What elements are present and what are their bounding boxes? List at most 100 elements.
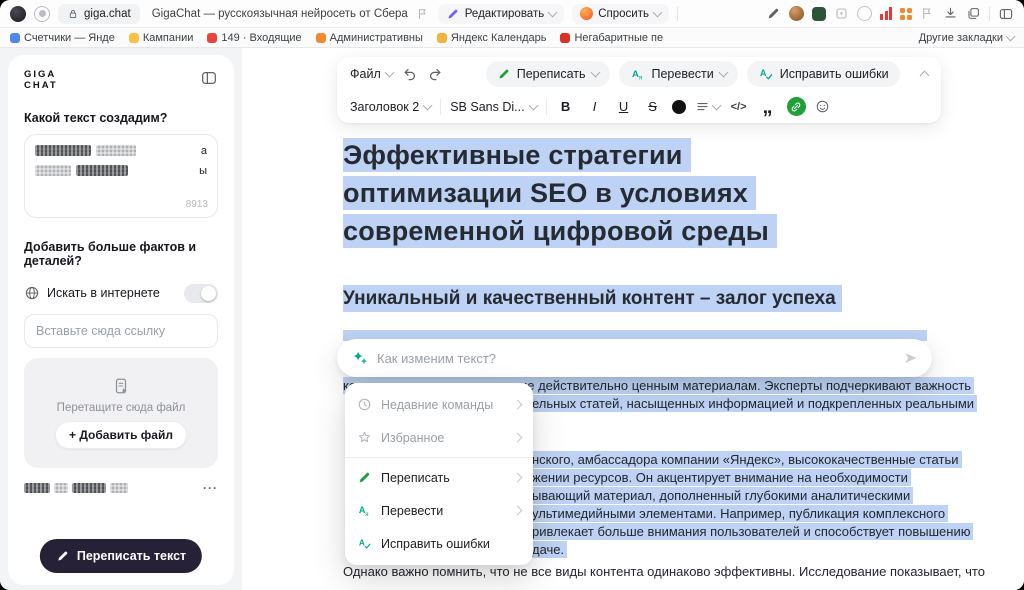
file-dropzone[interactable]: Перетащите сюда файл + Добавить файл — [24, 358, 218, 468]
downloads-icon[interactable] — [943, 6, 958, 21]
send-icon[interactable] — [903, 350, 919, 366]
doc-paragraph-line[interactable]: ельных статей, насыщенных информацией и … — [532, 395, 977, 412]
star-icon — [357, 430, 372, 445]
metrika-chart-icon[interactable] — [880, 7, 892, 20]
divider — [440, 99, 441, 115]
bookmark-item[interactable]: Кампании — [129, 32, 194, 44]
ai-command-input[interactable]: Как изменим текст? — [337, 339, 932, 377]
ask-ai-label: Спросить — [598, 8, 649, 20]
text-color-button[interactable] — [672, 100, 686, 114]
chevron-up-icon — [920, 71, 930, 81]
edit-ai-button[interactable]: Редактировать — [438, 4, 564, 24]
ask-ai-button[interactable]: Спросить — [572, 4, 669, 24]
menu-item-fix-errors[interactable]: Исправить ошибки — [345, 527, 533, 560]
adblock-icon[interactable] — [857, 6, 872, 21]
redacted-text — [76, 165, 128, 176]
doc-paragraph-line[interactable]: нского, амбассадора компании «Яндекс», в… — [532, 451, 962, 468]
redacted-text — [54, 483, 68, 493]
side-panel-icon[interactable] — [998, 6, 1014, 22]
doc-heading-1[interactable]: Эффективные стратегии оптимизации SEO в … — [343, 136, 777, 250]
doc-heading-2[interactable]: Уникальный и качественный контент – зало… — [343, 288, 842, 310]
fix-errors-icon — [758, 66, 774, 82]
heading-select[interactable]: Заголовок 2 — [350, 100, 431, 114]
edit-pencil-icon — [446, 7, 460, 21]
rewrite-button[interactable]: Переписать — [486, 61, 610, 87]
menu-item-rewrite[interactable]: Переписать — [345, 461, 533, 494]
rewrite-text-label: Переписать текст — [77, 549, 186, 563]
pencil-icon — [497, 67, 511, 81]
fix-errors-button[interactable]: Исправить ошибки — [747, 61, 900, 87]
browser-menu-icon[interactable] — [10, 6, 26, 22]
quote-button[interactable]: „ — [758, 102, 778, 112]
web-search-toggle[interactable] — [184, 284, 218, 303]
apps-grid-icon[interactable] — [900, 8, 912, 20]
gigachat-sparkle-icon — [350, 349, 368, 367]
pencil-icon — [357, 470, 372, 485]
emoji-smile-icon — [815, 99, 830, 114]
bookmark-item[interactable]: Яндекс Календарь — [437, 32, 547, 44]
file-menu[interactable]: Файл — [350, 67, 393, 81]
undo-button[interactable] — [402, 66, 418, 82]
chevron-down-icon — [384, 67, 394, 77]
menu-item-translate[interactable]: Перевести — [345, 494, 533, 527]
menu-item-favorites[interactable]: Избранное — [345, 421, 533, 454]
list-button[interactable] — [695, 99, 720, 114]
browser-chrome: giga.chat GigaChat — русскоязычная нейро… — [0, 0, 1024, 28]
chevron-right-icon — [513, 473, 523, 483]
bookmark-item[interactable]: 149 · Входящие — [207, 32, 301, 44]
toggle-knob — [201, 286, 216, 301]
sidebar-collapse-icon[interactable] — [200, 69, 218, 87]
editor-canvas[interactable]: Файл Переписать Перевести Исправить ошиб… — [242, 48, 1024, 590]
file-menu-button[interactable]: ··· — [203, 481, 218, 495]
dropzone-label: Перетащите сюда файл — [57, 402, 186, 414]
bookmark-flag-icon[interactable] — [416, 7, 430, 21]
extensions-icon[interactable] — [34, 6, 50, 22]
clock-icon — [357, 397, 372, 412]
extensions-tray — [766, 6, 1014, 22]
pen-tool-icon[interactable] — [766, 6, 781, 21]
underline-button[interactable]: U — [614, 99, 634, 114]
code-button[interactable]: </> — [729, 101, 749, 113]
translate-button[interactable]: Перевести — [619, 61, 738, 87]
strikethrough-button[interactable]: S — [643, 99, 663, 114]
emoji-button[interactable] — [815, 99, 830, 114]
other-bookmarks[interactable]: Другие закладки — [919, 32, 1014, 44]
doc-paragraph-line[interactable]: Однако важно помнить, что не все виды ко… — [343, 563, 985, 580]
facts-label: Добавить больше фактов и деталей? — [24, 240, 218, 268]
address-bar[interactable]: giga.chat — [58, 4, 140, 24]
chevron-down-icon — [718, 67, 728, 77]
redo-button[interactable] — [427, 66, 443, 82]
editor-toolbar: Файл Переписать Перевести Исправить ошиб… — [337, 57, 941, 123]
divider — [546, 99, 547, 115]
collapse-toolbar-button[interactable] — [921, 68, 928, 79]
doc-paragraph-line[interactable]: ривлекает больше внимания пользователей … — [532, 523, 973, 540]
profile-avatar[interactable] — [789, 6, 804, 21]
bookmark-item[interactable]: Счетчики — Янде — [10, 32, 115, 44]
translate-icon — [630, 66, 646, 82]
rewrite-text-button[interactable]: Переписать текст — [40, 539, 202, 573]
font-select[interactable]: SB Sans Di... — [450, 100, 536, 114]
puzzle-extension-icon[interactable] — [834, 6, 849, 21]
prompt-textarea[interactable]: а ы 8913 — [24, 134, 218, 218]
flag-extension-icon[interactable] — [920, 6, 935, 21]
doc-h1-line: Эффективные стратегии — [343, 138, 691, 172]
browser-window: giga.chat GigaChat — русскоязычная нейро… — [0, 0, 1024, 590]
redacted-text — [96, 145, 136, 156]
doc-paragraph-line[interactable]: даче. — [532, 541, 567, 558]
attached-file-row[interactable]: ··· — [24, 481, 218, 495]
doc-paragraph-line[interactable]: ывающий материал, дополненный глубокими … — [532, 487, 913, 504]
menu-item-recent-commands[interactable]: Недавние команды — [345, 388, 533, 421]
workspace-avatar[interactable] — [812, 7, 826, 21]
add-file-button[interactable]: + Добавить файл — [55, 421, 187, 449]
bookmark-favicon — [129, 33, 139, 43]
doc-paragraph-line[interactable]: жении ресурсов. Он акцентирует внимание … — [532, 469, 911, 486]
copy-stack-icon[interactable] — [966, 6, 981, 21]
doc-paragraph-line[interactable]: ультимедийными элементами. Например, пуб… — [532, 505, 948, 522]
italic-button[interactable]: I — [585, 99, 605, 114]
link-button[interactable] — [787, 97, 806, 116]
bookmark-item[interactable]: Административны — [316, 32, 423, 44]
link-input[interactable]: Вставьте сюда ссылку — [24, 314, 218, 348]
bookmark-item[interactable]: Негабаритные пе — [560, 32, 663, 44]
divider — [989, 7, 990, 21]
bold-button[interactable]: B — [556, 99, 576, 114]
